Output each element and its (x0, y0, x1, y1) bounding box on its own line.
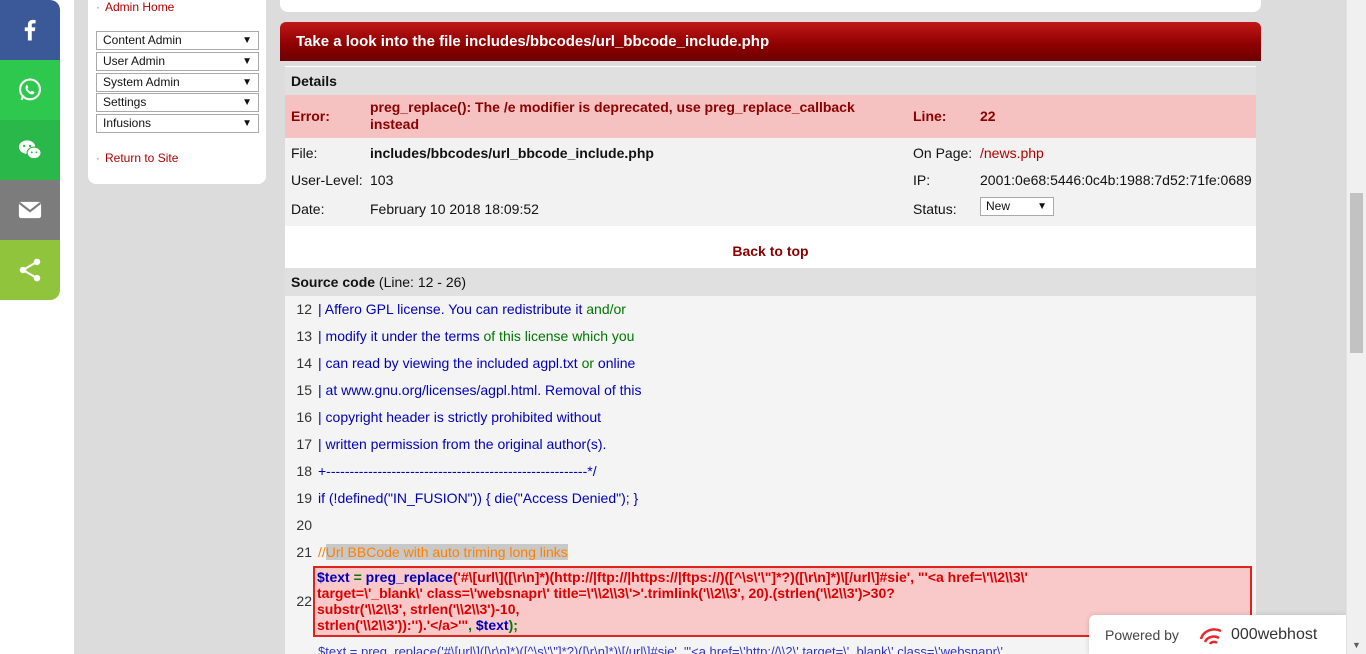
chevron-down-icon: ▼ (1037, 201, 1047, 212)
user-level-label: User-Level: (291, 172, 363, 188)
more-share-button[interactable] (0, 240, 60, 300)
code-line: 15 | at www.gnu.org/licenses/agpl.html. R… (296, 382, 642, 398)
status-select[interactable]: New ▼ (980, 197, 1054, 216)
chevron-down-icon: ▼ (242, 118, 252, 129)
powered-by-badge[interactable]: Powered by 000webhost (1089, 615, 1346, 654)
wechat-share-button[interactable] (0, 120, 60, 180)
error-label: Error: (291, 108, 330, 124)
back-to-top-link[interactable]: Back to top (285, 243, 1256, 259)
status-label: Status: (913, 201, 957, 217)
error-info-grid: File: includes/bbcodes/url_bbcode_includ… (285, 138, 1256, 226)
code-line: 13 | modify it under the terms of this li… (296, 328, 635, 344)
chevron-down-icon: ▼ (242, 35, 252, 46)
date-label: Date: (291, 201, 325, 217)
wechat-icon (18, 140, 42, 160)
date-value: February 10 2018 18:09:52 (370, 201, 539, 217)
page-title: Take a look into the file includes/bbcod… (296, 33, 770, 50)
code-line-partial: $text = preg_replace('#\[url\]([\r\n]*)(… (318, 644, 1004, 654)
on-page-link[interactable]: /news.php (980, 145, 1044, 161)
code-line: 12 | Affero GPL license. You can redistri… (296, 301, 626, 317)
infusions-select[interactable]: Infusions ▼ (96, 114, 259, 133)
error-message: preg_replace(): The /e modifier is depre… (370, 99, 855, 132)
highlighted-line-number: 22 (296, 593, 312, 609)
email-share-button[interactable] (0, 180, 60, 240)
scroll-down-arrow-icon[interactable]: ▼ (1352, 641, 1361, 650)
details-heading: Details (285, 67, 1256, 95)
chevron-down-icon: ▼ (242, 56, 252, 67)
error-details-panel: Details Error: preg_replace(): The /e mo… (285, 66, 1256, 654)
code-line: 19 if (!defined("IN_FUSION")) { die("Acce… (296, 490, 639, 506)
source-code-heading: Source code (Line: 12 - 26) (285, 268, 1256, 296)
page-banner: Take a look into the file includes/bbcod… (280, 22, 1261, 61)
on-page-label: On Page: (913, 145, 973, 161)
share-icon (19, 258, 41, 282)
chevron-down-icon: ▼ (242, 97, 252, 108)
user-admin-select[interactable]: User Admin ▼ (96, 52, 259, 71)
code-line: 20 (296, 517, 312, 533)
code-line: 17 | written permission from the original… (296, 436, 607, 452)
system-admin-select[interactable]: System Admin ▼ (96, 73, 259, 92)
share-bar (0, 0, 60, 300)
file-label: File: (291, 145, 318, 161)
whatsapp-icon (19, 78, 41, 101)
error-row: Error: preg_replace(): The /e modifier i… (285, 95, 1256, 138)
email-icon (18, 201, 42, 219)
return-to-site-link[interactable]: · Return to Site (96, 151, 178, 165)
previous-panel-bottom (280, 0, 1261, 12)
line-label: Line: (913, 108, 947, 124)
whatsapp-share-button[interactable] (0, 60, 60, 120)
facebook-share-button[interactable] (0, 0, 60, 60)
ip-value: 2001:0e68:5446:0c4b:1988:7d52:71fe:0689 (980, 172, 1252, 188)
content-admin-select[interactable]: Content Admin ▼ (96, 31, 259, 50)
line-value: 22 (980, 108, 996, 124)
facebook-icon (24, 19, 36, 41)
code-line: 21//Url BBCode with auto triming long li… (296, 544, 568, 560)
webhost-logo-icon (1199, 628, 1222, 645)
ip-label: IP: (913, 172, 931, 188)
page-scrollbar[interactable]: ▼ (1346, 0, 1366, 654)
scrollbar-thumb[interactable] (1350, 193, 1363, 353)
code-line: 18 +-------------------------------------… (296, 463, 597, 479)
settings-select[interactable]: Settings ▼ (96, 93, 259, 112)
admin-home-link[interactable]: · Admin Home (96, 0, 174, 14)
code-line: 16 | copyright header is strictly prohibi… (296, 409, 601, 425)
code-line: 14 | can read by viewing the included agp… (296, 355, 636, 371)
user-level-value: 103 (370, 172, 394, 188)
file-value: includes/bbcodes/url_bbcode_include.php (370, 145, 654, 161)
chevron-down-icon: ▼ (242, 77, 252, 88)
